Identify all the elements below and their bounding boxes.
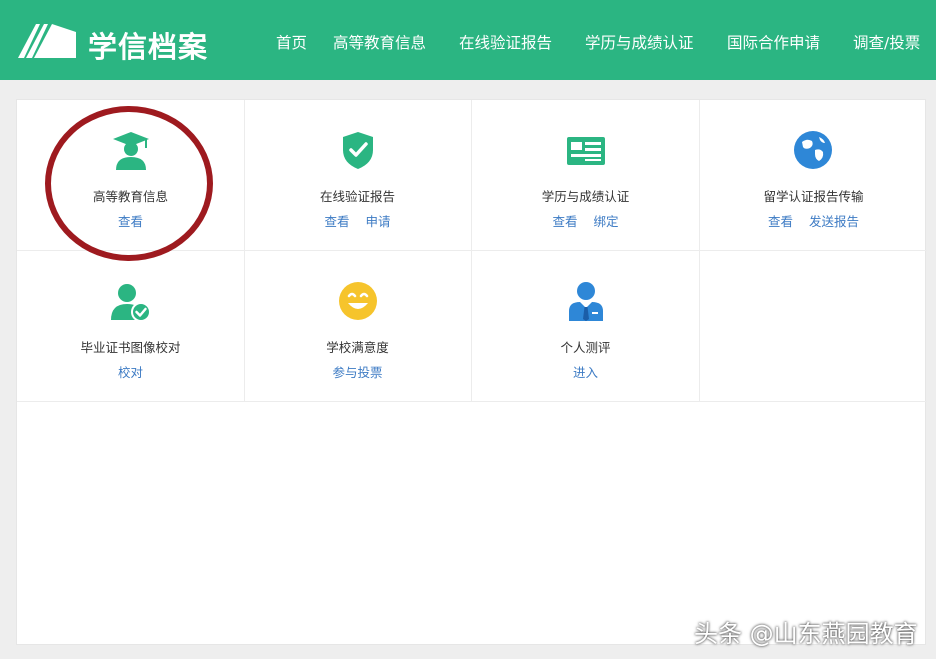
user-check-icon — [111, 284, 151, 322]
logo-icon[interactable] — [16, 20, 78, 60]
bind-link[interactable]: 绑定 — [593, 214, 618, 229]
nav-degree-certification[interactable]: 学历与成绩认证 — [585, 31, 694, 53]
view-link[interactable]: 查看 — [768, 214, 793, 229]
vote-link[interactable]: 参与投票 — [332, 365, 382, 380]
check-link[interactable]: 校对 — [118, 365, 143, 380]
card-personal-assessment: 个人测评 进入 — [472, 251, 700, 402]
nav-higher-education[interactable]: 高等教育信息 — [333, 31, 426, 53]
smiley-icon — [339, 282, 377, 320]
view-link[interactable]: 查看 — [324, 214, 349, 229]
card-title: 毕业证书图像校对 — [80, 340, 181, 355]
nav-survey-vote[interactable]: 调查/投票 — [853, 31, 920, 53]
card-title: 学历与成绩认证 — [541, 189, 630, 204]
enter-link[interactable]: 进入 — [573, 365, 598, 380]
empty-cell — [700, 251, 927, 402]
card-diploma-image-check: 毕业证书图像校对 校对 — [17, 251, 245, 402]
certificate-icon — [567, 137, 605, 165]
card-degree-certification: 学历与成绩认证 查看 绑定 — [472, 100, 700, 251]
apply-link[interactable]: 申请 — [365, 214, 390, 229]
highlight-circle — [45, 106, 213, 261]
card-online-verification: 在线验证报告 查看 申请 — [244, 100, 472, 251]
top-header: 学信档案 首页 高等教育信息 在线验证报告 学历与成绩认证 国际合作申请 调查/… — [0, 0, 936, 80]
site-title[interactable]: 学信档案 — [88, 24, 208, 66]
card-overseas-report-transfer: 留学认证报告传输 查看 发送报告 — [700, 100, 927, 251]
person-tie-icon — [569, 282, 603, 321]
card-title: 在线验证报告 — [319, 189, 395, 204]
shield-check-icon — [343, 132, 373, 169]
card-school-satisfaction: 学校满意度 参与投票 — [244, 251, 472, 402]
nav-home[interactable]: 首页 — [276, 31, 307, 53]
globe-icon — [794, 131, 832, 169]
view-link[interactable]: 查看 — [552, 214, 577, 229]
nav-international-cooperation[interactable]: 国际合作申请 — [727, 31, 820, 53]
send-report-link[interactable]: 发送报告 — [809, 214, 859, 229]
nav-online-verification[interactable]: 在线验证报告 — [459, 31, 552, 53]
card-title: 学校满意度 — [326, 340, 389, 355]
card-title: 个人测评 — [560, 340, 611, 355]
watermark-text: 头条 @山东燕园教育 — [694, 620, 918, 648]
card-title: 留学认证报告传输 — [763, 189, 864, 204]
